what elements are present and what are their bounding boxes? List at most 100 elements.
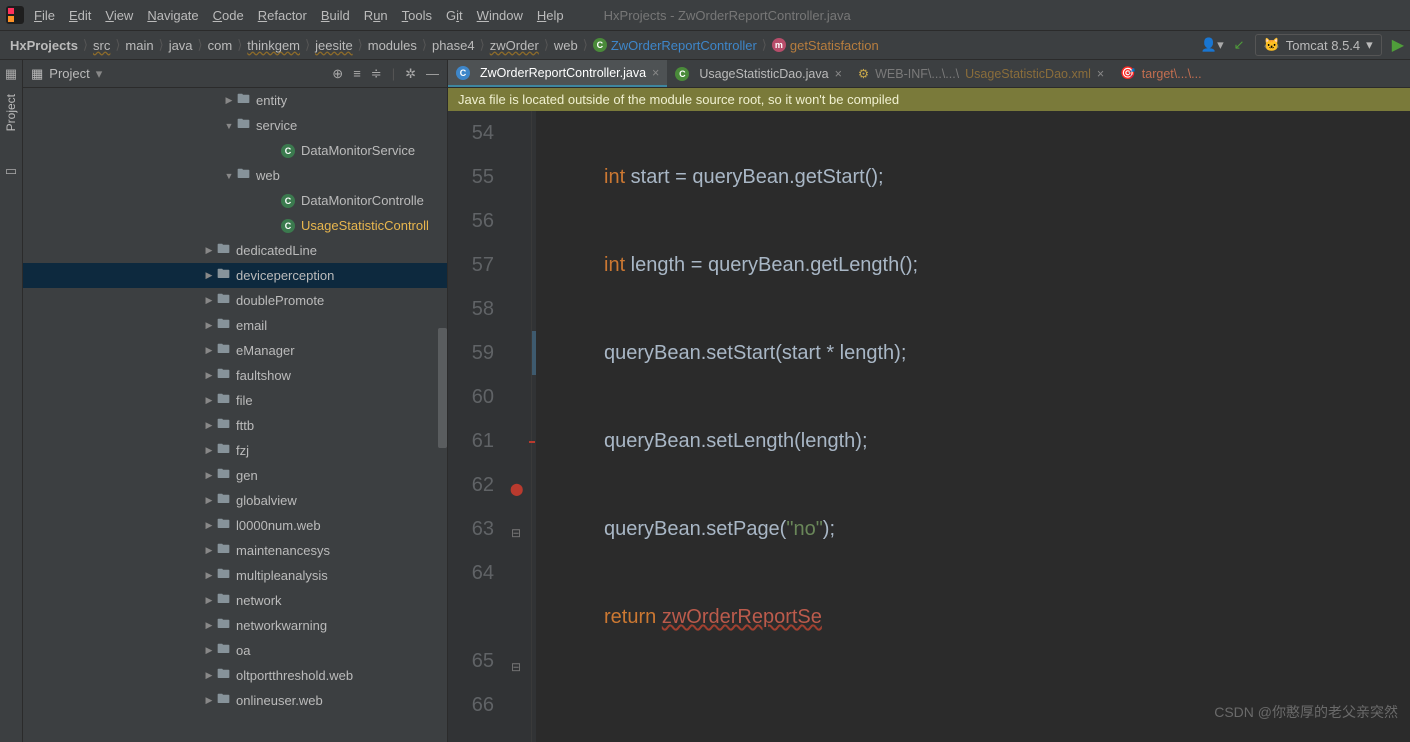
menu-refactor[interactable]: Refactor xyxy=(258,8,307,23)
menu-build[interactable]: Build xyxy=(321,8,350,23)
breadcrumb-class[interactable]: CZwOrderReportController xyxy=(589,38,761,53)
tree-item-label: fttb xyxy=(236,418,254,433)
folder-icon: 🖿 xyxy=(217,265,230,287)
tree-item[interactable]: ▶🖿faultshow xyxy=(23,363,447,388)
tree-item[interactable]: ▶🖿l0000num.web xyxy=(23,513,447,538)
breadcrumb-item[interactable]: com xyxy=(204,38,237,53)
tree-item[interactable]: ▶🖿oltportthreshold.web xyxy=(23,663,447,688)
tree-item[interactable]: ▶🖿oa xyxy=(23,638,447,663)
tree-item[interactable]: ▶🖿gen xyxy=(23,463,447,488)
structure-tool-icon[interactable]: ▭ xyxy=(5,163,17,179)
tree-item-label: multipleanalysis xyxy=(236,568,328,583)
menu-tools[interactable]: Tools xyxy=(402,8,432,23)
menu-view[interactable]: View xyxy=(105,8,133,23)
error-icon[interactable]: ⬤ xyxy=(510,467,523,511)
xml-icon: ⚙ xyxy=(858,66,869,81)
fold-icon[interactable]: ⊟ xyxy=(511,645,521,689)
build-icon[interactable]: ↙ xyxy=(1234,37,1245,53)
menu-edit[interactable]: Edit xyxy=(69,8,91,23)
tree-item[interactable]: ▶🖿fzj xyxy=(23,438,447,463)
breadcrumb-item[interactable]: phase4 xyxy=(428,38,479,53)
run-icon[interactable]: ▶ xyxy=(1392,35,1404,55)
tree-item-label: globalview xyxy=(236,493,297,508)
editor-tab[interactable]: 🎯target\...\... xyxy=(1112,60,1209,87)
tree-item[interactable]: ▶🖿network xyxy=(23,588,447,613)
menu-file[interactable]: File xyxy=(34,8,55,23)
menu-navigate[interactable]: Navigate xyxy=(147,8,198,23)
tree-item[interactable]: ▶🖿networkwarning xyxy=(23,613,447,638)
tree-item-label: deviceperception xyxy=(236,268,334,283)
folder-icon: 🖿 xyxy=(217,415,230,437)
tree-item[interactable]: CUsageStatisticControll xyxy=(23,213,447,238)
breadcrumb-project[interactable]: HxProjects xyxy=(6,38,82,53)
code-content[interactable]: int start = queryBean.getStart(); int le… xyxy=(536,111,1410,742)
menu-run[interactable]: Run xyxy=(364,8,388,23)
tree-item-label: fzj xyxy=(236,443,249,458)
fold-icon[interactable]: ⊟ xyxy=(511,511,521,555)
project-tool-window: ▦ Project ▾ ⊕ ≡ ≑ | ✲ — ▶🖿entity▼🖿servic… xyxy=(23,60,448,742)
breadcrumb-method[interactable]: mgetStatisfaction xyxy=(768,38,883,53)
breadcrumb-item[interactable]: java xyxy=(165,38,197,53)
project-tree[interactable]: ▶🖿entity▼🖿serviceCDataMonitorService▼🖿we… xyxy=(23,88,447,742)
menu-help[interactable]: Help xyxy=(537,8,564,23)
editor-tab[interactable]: CUsageStatisticDao.java× xyxy=(667,60,850,87)
menu-code[interactable]: Code xyxy=(213,8,244,23)
collapse-icon[interactable]: ≑ xyxy=(371,66,382,82)
left-tool-strip: ▦ Project ▭ xyxy=(0,60,23,742)
close-tab-icon[interactable]: × xyxy=(1097,67,1104,81)
class-icon: C xyxy=(281,219,295,233)
tree-item[interactable]: ▶🖿entity xyxy=(23,88,447,113)
tree-item-label: dedicatedLine xyxy=(236,243,317,258)
expand-icon[interactable]: ≡ xyxy=(353,66,361,82)
folder-icon: 🖿 xyxy=(217,490,230,512)
tree-item[interactable]: ▶🖿fttb xyxy=(23,413,447,438)
tree-item-label: doublePromote xyxy=(236,293,324,308)
breadcrumb-item[interactable]: zwOrder xyxy=(486,38,543,53)
code-editor[interactable]: 5455565758596061626364 6566 ⬤ ⊟ ⊟ int st… xyxy=(448,111,1410,742)
target-icon: 🎯 xyxy=(1120,66,1136,81)
tree-item[interactable]: ▼🖿service xyxy=(23,113,447,138)
tree-item[interactable]: CDataMonitorControlle xyxy=(23,188,447,213)
locate-icon[interactable]: ⊕ xyxy=(332,66,343,82)
run-config-selector[interactable]: 🐱Tomcat 8.5.4▾ xyxy=(1255,34,1382,56)
project-tool-icon[interactable]: ▦ xyxy=(5,66,17,82)
breadcrumb-item[interactable]: jeesite xyxy=(311,38,357,53)
folder-icon: 🖿 xyxy=(217,340,230,362)
tree-item[interactable]: ▶🖿maintenancesys xyxy=(23,538,447,563)
tree-scrollbar[interactable] xyxy=(438,328,447,448)
folder-icon: 🖿 xyxy=(217,640,230,662)
tree-item[interactable]: ▶🖿deviceperception xyxy=(23,263,447,288)
tree-item[interactable]: ▶🖿eManager xyxy=(23,338,447,363)
breadcrumb-item[interactable]: main xyxy=(121,38,157,53)
tree-item[interactable]: ▶🖿dedicatedLine xyxy=(23,238,447,263)
tree-item[interactable]: ▶🖿globalview xyxy=(23,488,447,513)
tree-item[interactable]: ▶🖿multipleanalysis xyxy=(23,563,447,588)
menu-git[interactable]: Git xyxy=(446,8,463,23)
menu-window[interactable]: Window xyxy=(477,8,523,23)
breadcrumb-item[interactable]: src xyxy=(89,38,114,53)
tree-item[interactable]: ▶🖿doublePromote xyxy=(23,288,447,313)
editor-tab[interactable]: CZwOrderReportController.java× xyxy=(448,60,667,87)
close-tab-icon[interactable]: × xyxy=(835,67,842,81)
project-panel-header: ▦ Project ▾ ⊕ ≡ ≑ | ✲ — xyxy=(23,60,447,88)
tree-item[interactable]: ▶🖿onlineuser.web xyxy=(23,688,447,713)
folder-icon: 🖿 xyxy=(217,615,230,637)
user-icon[interactable]: 👤▾ xyxy=(1201,37,1224,53)
tree-item[interactable]: ▼🖿web xyxy=(23,163,447,188)
breadcrumb-item[interactable]: web xyxy=(550,38,582,53)
tree-item[interactable]: CDataMonitorService xyxy=(23,138,447,163)
project-view-dropdown[interactable]: ▾ xyxy=(96,66,103,82)
project-tool-label[interactable]: Project xyxy=(4,90,18,135)
close-tab-icon[interactable]: × xyxy=(652,66,659,80)
tree-item[interactable]: ▶🖿file xyxy=(23,388,447,413)
breadcrumb-item[interactable]: thinkgem xyxy=(243,38,304,53)
editor-tab[interactable]: ⚙WEB-INF\...\...\UsageStatisticDao.xml× xyxy=(850,60,1112,87)
settings-icon[interactable]: ✲ xyxy=(405,66,416,82)
tree-item[interactable]: ▶🖿email xyxy=(23,313,447,338)
project-view-title[interactable]: Project xyxy=(49,66,89,81)
tree-item-label: networkwarning xyxy=(236,618,327,633)
folder-icon: 🖿 xyxy=(217,390,230,412)
breadcrumb-item[interactable]: modules xyxy=(364,38,421,53)
hide-icon[interactable]: — xyxy=(426,66,439,82)
class-icon: C xyxy=(281,194,295,208)
